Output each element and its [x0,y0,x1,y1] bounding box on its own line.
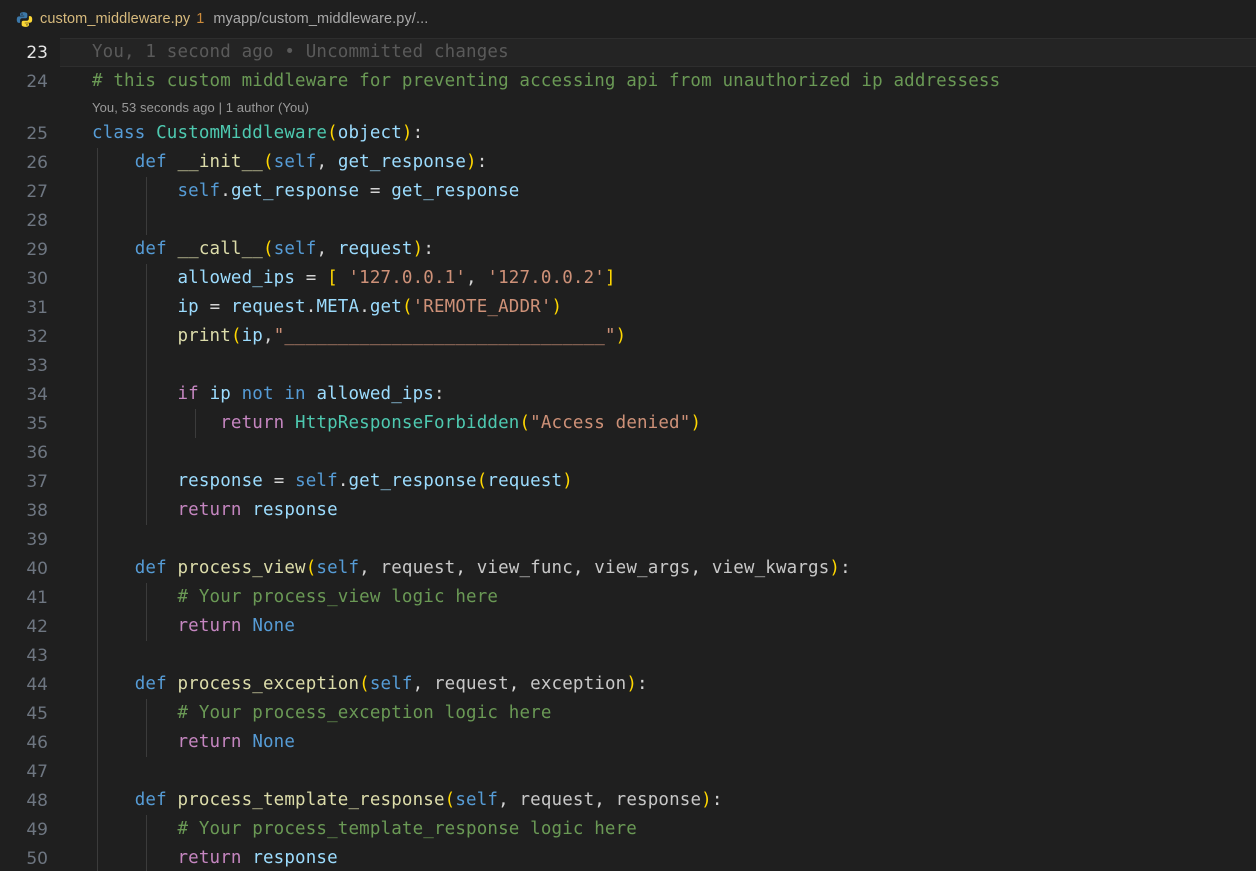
indent-guide [146,351,147,380]
line-number: 40 [0,559,60,579]
line-number: 35 [0,414,60,434]
line-number: 32 [0,327,60,347]
line-content[interactable]: def process_exception(self, request, exc… [60,670,1256,699]
editor-line-42[interactable]: 42 return None [0,612,1256,641]
line-content[interactable]: You, 1 second ago • Uncommitted changes [60,38,1256,67]
line-number: 38 [0,501,60,521]
code-editor[interactable]: 23 You, 1 second ago • Uncommitted chang… [0,38,1256,871]
line-content[interactable]: def process_view(self, request, view_fun… [60,554,1256,583]
indent-guide [97,525,98,554]
editor-line-35[interactable]: 35 return HttpResponseForbidden("Access … [0,409,1256,438]
indent-guide [97,438,98,467]
line-number: 36 [0,443,60,463]
editor-line-31[interactable]: 31 ip = request.META.get('REMOTE_ADDR') [0,293,1256,322]
line-number: 29 [0,240,60,260]
line-number: 49 [0,820,60,840]
editor-line-48[interactable]: 48 def process_template_response(self, r… [0,786,1256,815]
editor-line-36[interactable]: 36 [0,438,1256,467]
indent-guide [146,438,147,467]
editor-line-33[interactable]: 33 [0,351,1256,380]
line-number: 33 [0,356,60,376]
editor-line-47[interactable]: 47 [0,757,1256,786]
python-file-icon [16,11,33,28]
codelens-blame-link[interactable]: You, 53 seconds ago | 1 author (You) [60,100,309,115]
line-content[interactable]: return response [60,496,1256,525]
line-number: 43 [0,646,60,666]
line-number: 45 [0,704,60,724]
indent-guide [97,641,98,670]
editor-line-39[interactable]: 39 [0,525,1256,554]
line-number: 42 [0,617,60,637]
editor-line-29[interactable]: 29 def __call__(self, request): [0,235,1256,264]
editor-line-32[interactable]: 32 print(ip,"___________________________… [0,322,1256,351]
indent-guide [97,351,98,380]
editor-line-23[interactable]: 23 You, 1 second ago • Uncommitted chang… [0,38,1256,67]
line-number: 27 [0,182,60,202]
line-content[interactable]: # Your process_exception logic here [60,699,1256,728]
line-number: 28 [0,211,60,231]
line-number: 24 [0,72,60,92]
line-content[interactable]: if ip not in allowed_ips: [60,380,1256,409]
editor-line-49[interactable]: 49 # Your process_template_response logi… [0,815,1256,844]
editor-line-30[interactable]: 30 allowed_ips = [ '127.0.0.1', '127.0.0… [0,264,1256,293]
line-content[interactable]: return None [60,612,1256,641]
line-content[interactable]: ip = request.META.get('REMOTE_ADDR') [60,293,1256,322]
line-number: 25 [0,124,60,144]
line-content[interactable]: return HttpResponseForbidden("Access den… [60,409,1256,438]
editor-line-45[interactable]: 45 # Your process_exception logic here [0,699,1256,728]
line-number: 39 [0,530,60,550]
line-content[interactable]: allowed_ips = [ '127.0.0.1', '127.0.0.2'… [60,264,1256,293]
line-content[interactable]: # this custom middleware for preventing … [60,67,1256,96]
breadcrumb-path[interactable]: myapp/custom_middleware.py/... [213,11,428,27]
line-number: 48 [0,791,60,811]
line-content[interactable]: class CustomMiddleware(object): [60,119,1256,148]
editor-line-24[interactable]: 24 # this custom middleware for preventi… [0,67,1256,96]
line-number: 37 [0,472,60,492]
line-content[interactable]: def __init__(self, get_response): [60,148,1256,177]
editor-line-26[interactable]: 26 def __init__(self, get_response): [0,148,1256,177]
line-number: 26 [0,153,60,173]
line-content[interactable]: self.get_response = get_response [60,177,1256,206]
indent-guide [97,206,98,235]
indent-guide [146,206,147,235]
line-number: 50 [0,849,60,869]
line-content[interactable]: def process_template_response(self, requ… [60,786,1256,815]
breadcrumb: custom_middleware.py 1 myapp/custom_midd… [0,0,1256,38]
indent-guide [97,757,98,786]
line-content[interactable]: # Your process_view logic here [60,583,1256,612]
line-number: 34 [0,385,60,405]
line-content[interactable]: return None [60,728,1256,757]
line-number: 44 [0,675,60,695]
editor-line-28[interactable]: 28 [0,206,1256,235]
editor-line-43[interactable]: 43 [0,641,1256,670]
line-number: 30 [0,269,60,289]
line-content[interactable]: return response [60,844,1256,871]
codelens-row[interactable]: You, 53 seconds ago | 1 author (You) [0,96,1256,119]
line-number: 47 [0,762,60,782]
line-number: 23 [0,43,60,63]
line-number: 46 [0,733,60,753]
line-content[interactable]: def __call__(self, request): [60,235,1256,264]
line-content[interactable]: print(ip,"______________________________… [60,322,1256,351]
editor-line-25[interactable]: 25 class CustomMiddleware(object): [0,119,1256,148]
line-content[interactable]: response = self.get_response(request) [60,467,1256,496]
line-content[interactable]: # Your process_template_response logic h… [60,815,1256,844]
editor-line-38[interactable]: 38 return response [0,496,1256,525]
line-number: 31 [0,298,60,318]
editor-line-46[interactable]: 46 return None [0,728,1256,757]
editor-line-41[interactable]: 41 # Your process_view logic here [0,583,1256,612]
editor-line-27[interactable]: 27 self.get_response = get_response [0,177,1256,206]
line-number: 41 [0,588,60,608]
editor-line-40[interactable]: 40 def process_view(self, request, view_… [0,554,1256,583]
editor-line-50[interactable]: 50 return response [0,844,1256,871]
editor-line-44[interactable]: 44 def process_exception(self, request, … [0,670,1256,699]
editor-line-34[interactable]: 34 if ip not in allowed_ips: [0,380,1256,409]
breadcrumb-file-name[interactable]: custom_middleware.py [40,11,190,27]
breadcrumb-problem-badge[interactable]: 1 [196,11,204,27]
comment-token: # this custom middleware for preventing … [92,71,1000,91]
editor-line-37[interactable]: 37 response = self.get_response(request) [0,467,1256,496]
inline-blame-annotation[interactable]: You, 1 second ago • Uncommitted changes [92,42,509,62]
